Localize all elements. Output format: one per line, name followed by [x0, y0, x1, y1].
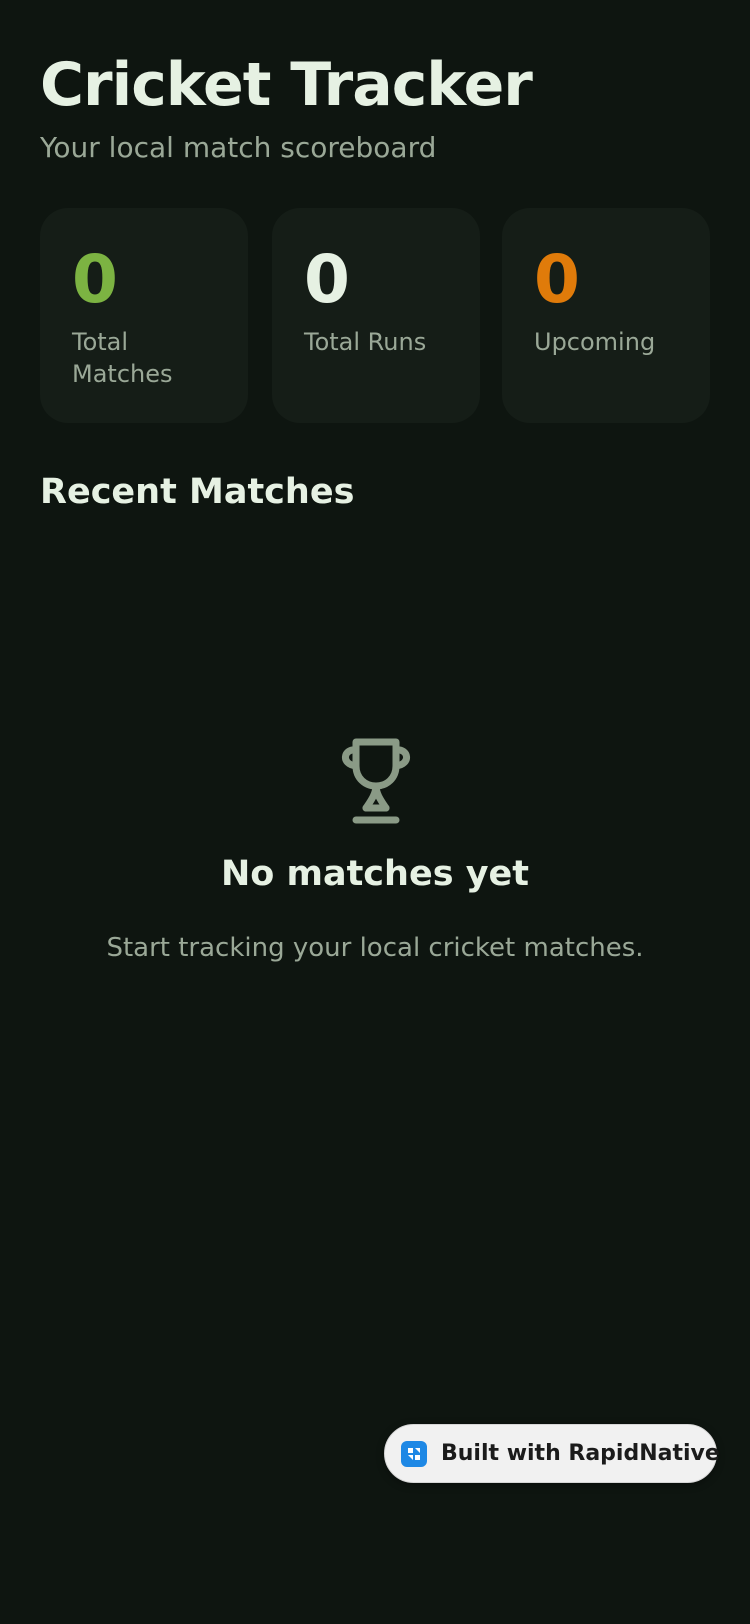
stat-card-total-matches: 0 Total Matches [40, 208, 248, 423]
stat-value-total-runs: 0 [304, 241, 350, 318]
stats-row: 0 Total Matches 0 Total Runs 0 Upcoming [40, 208, 710, 423]
stat-card-total-runs: 0 Total Runs [272, 208, 480, 423]
empty-state-text: Start tracking your local cricket matche… [106, 933, 644, 963]
stat-label-upcoming: Upcoming [534, 328, 656, 356]
page-subtitle: Your local match scoreboard [40, 131, 437, 164]
stat-value-total-matches: 0 [72, 241, 118, 318]
page-title: Cricket Tracker [40, 50, 533, 120]
trophy-icon [328, 728, 424, 824]
stat-card-upcoming: 0 Upcoming [502, 208, 710, 423]
recent-matches-heading: Recent Matches [40, 472, 355, 512]
app-screen: Cricket Tracker Your local match scorebo… [0, 0, 750, 1624]
built-with-badge[interactable]: Built with RapidNative [384, 1424, 720, 1483]
empty-state-title: No matches yet [220, 854, 530, 894]
rapidnative-logo-icon [401, 1440, 427, 1467]
stat-label-total-matches: Total Matches [72, 328, 173, 388]
stat-label-total-runs: Total Runs [304, 328, 427, 356]
stat-value-upcoming: 0 [534, 241, 580, 318]
badge-label: Built with RapidNative [441, 1441, 720, 1466]
